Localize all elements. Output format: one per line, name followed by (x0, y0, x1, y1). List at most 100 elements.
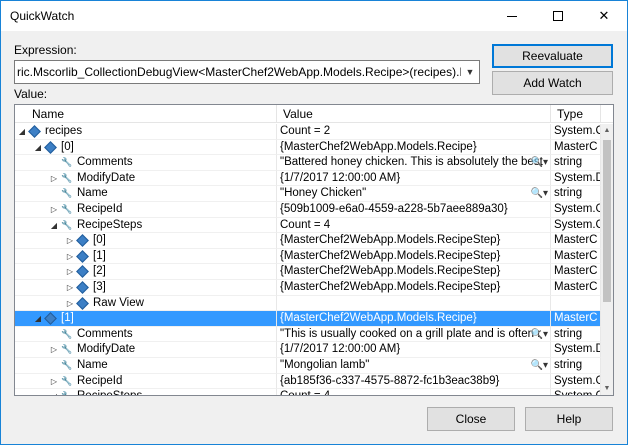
table-row[interactable]: ▷ [0] {MasterChef2WebApp.Models.RecipeStep… (15, 233, 601, 249)
row-name: Name (77, 359, 108, 371)
value-cell[interactable]: {MasterChef2WebApp.Models.RecipeStep} (277, 248, 551, 265)
vertical-scrollbar[interactable]: ▲ ▼ (601, 124, 613, 395)
text-visualizer-icon[interactable]: 🔍▾ (531, 327, 548, 342)
table-row[interactable]: ◢ [0] {MasterChef2WebApp.Models.Recipe} Mas… (15, 139, 601, 156)
close-window-button[interactable]: ✕ (581, 1, 627, 31)
table-row[interactable]: ◢🔧 RecipeSteps Count = 4 System.C (15, 389, 601, 395)
expand-arrow-icon[interactable]: ▷ (65, 264, 75, 279)
text-visualizer-icon[interactable]: 🔍▾ (531, 358, 548, 373)
row-name: [1] (93, 249, 106, 262)
expand-arrow-icon[interactable]: ▷ (49, 374, 59, 389)
title-bar[interactable]: QuickWatch ✕ (1, 1, 627, 31)
table-row[interactable]: ▷ 🔧 RecipeId {509b1009-e6a0-4559-a228-5b7ae… (15, 202, 601, 218)
value-cell[interactable]: Count = 4 (277, 217, 551, 234)
maximize-button[interactable] (535, 1, 581, 31)
property-wrench-icon: 🔧 (61, 219, 73, 230)
row-type: System.C (554, 218, 601, 231)
type-cell: MasterC (551, 311, 601, 327)
expand-arrow-icon[interactable]: ▷ (65, 296, 75, 311)
property-wrench-icon: 🔧 (61, 328, 73, 339)
table-row[interactable]: ▷ [3] {MasterChef2WebApp.Models.RecipeStep… (15, 280, 601, 296)
row-name: RecipeId (77, 374, 123, 387)
grid-rows: ◢ recipes Count = 2 System.C ◢ [0] {MasterChef… (15, 124, 601, 395)
name-cell: 🔧 Name (15, 358, 277, 374)
expand-arrow-icon[interactable]: ▷ (65, 280, 75, 295)
collapse-arrow-icon[interactable]: ◢ (49, 218, 59, 233)
value-cell[interactable]: Count = 2 (277, 124, 551, 140)
row-name: Comments (77, 156, 133, 169)
column-header-value[interactable]: Value (277, 105, 551, 123)
table-row[interactable]: ▷ Raw View (15, 295, 601, 312)
table-row[interactable]: ▷ 🔧 ModifyDate {1/7/2017 12:00:00 AM} System… (15, 170, 601, 187)
row-type: string (554, 187, 583, 200)
column-header-name[interactable]: Name (15, 105, 277, 123)
property-wrench-icon: 🔧 (61, 360, 73, 370)
table-row[interactable]: 🔧 Name "Honey Chicken" 🔍▾ string (15, 186, 601, 202)
reevaluate-button[interactable]: Reevaluate (492, 44, 613, 68)
expand-arrow-icon[interactable]: ▷ (65, 233, 75, 248)
help-button[interactable]: Help (525, 407, 613, 431)
table-row[interactable]: 🔧 Comments "Battered honey chicken. This i… (15, 155, 601, 171)
expand-arrow-icon[interactable]: ▷ (65, 249, 75, 264)
value-cell[interactable]: {MasterChef2WebApp.Models.Recipe} (277, 139, 551, 156)
collapse-arrow-icon[interactable]: ◢ (17, 124, 27, 139)
table-row[interactable]: ◢ [1] {MasterChef2WebApp.Models.Recipe} Mas… (15, 311, 601, 327)
table-row[interactable]: ◢🔧 RecipeSteps Count = 4 System.C (15, 217, 601, 234)
expression-combobox[interactable]: ric.Mscorlib_CollectionDebugView<MasterC… (14, 60, 480, 84)
expand-arrow-icon[interactable]: ▷ (49, 342, 59, 357)
grid-header: Name Value Type (15, 105, 613, 123)
text-visualizer-icon[interactable]: 🔍▾ (531, 186, 548, 201)
value-cell[interactable]: {1/7/2017 12:00:00 AM} (277, 342, 551, 358)
table-row[interactable]: 🔧 Name "Mongolian lamb" 🔍▾ string (15, 358, 601, 374)
text-visualizer-icon[interactable]: 🔍▾ (531, 155, 548, 170)
scroll-up-icon[interactable]: ▲ (601, 124, 613, 138)
value-cell[interactable]: {509b1009-e6a0-4559-a228-5b7aee889a30} (277, 202, 551, 218)
scroll-down-icon[interactable]: ▼ (601, 382, 613, 395)
value-cell[interactable]: Count = 4 (277, 389, 551, 395)
row-type: string (554, 156, 583, 169)
table-row[interactable]: ▷ 🔧 RecipeId {ab185f36-c337-4575-8872-fc1b3… (15, 373, 601, 390)
row-name: recipes (45, 125, 83, 137)
column-header-type[interactable]: Type (551, 105, 601, 123)
value-cell[interactable]: {MasterChef2WebApp.Models.RecipeStep} (277, 233, 551, 249)
value-cell[interactable]: "Mongolian lamb" 🔍▾ (277, 358, 551, 374)
value-cell[interactable]: "Honey Chicken" 🔍▾ (277, 186, 551, 202)
expand-arrow-icon[interactable]: ▷ (49, 202, 59, 217)
type-cell: MasterC (551, 280, 601, 296)
value-cell[interactable]: {MasterChef2WebApp.Models.Recipe} (277, 311, 551, 327)
scrollbar-thumb[interactable] (603, 140, 611, 302)
row-name: RecipeSteps (77, 389, 142, 395)
row-value: {MasterChef2WebApp.Models.RecipeStep} (280, 249, 501, 262)
value-cell[interactable]: "This is usually cooked on a grill plate… (277, 326, 551, 343)
name-cell: ▷ Raw View (15, 295, 277, 312)
collapse-arrow-icon[interactable]: ◢ (49, 389, 59, 395)
row-type: System.C (554, 390, 600, 395)
row-name: [0] (61, 140, 74, 153)
value-cell[interactable]: {1/7/2017 12:00:00 AM} (277, 170, 551, 187)
object-icon (76, 234, 89, 248)
name-cell: ▷ 🔧 ModifyDate (15, 170, 277, 187)
table-row[interactable]: ▷ [1] {MasterChef2WebApp.Models.RecipeStep… (15, 248, 601, 265)
table-row[interactable]: 🔧 Comments "This is usually cooked on a gr… (15, 326, 601, 343)
table-row[interactable]: ▷ 🔧 ModifyDate {1/7/2017 12:00:00 AM} System… (15, 342, 601, 358)
value-cell[interactable]: {MasterChef2WebApp.Models.RecipeStep} (277, 280, 551, 296)
row-type: string (554, 327, 583, 340)
expand-arrow-icon[interactable]: ▷ (49, 171, 59, 186)
close-button[interactable]: Close (427, 407, 515, 431)
name-cell: 🔧 Comments (15, 326, 277, 343)
value-cell[interactable]: "Battered honey chicken. This is absolut… (277, 155, 551, 171)
add-watch-button[interactable]: Add Watch (492, 71, 613, 95)
collapse-arrow-icon[interactable]: ◢ (33, 140, 43, 155)
collapse-arrow-icon[interactable]: ◢ (33, 311, 43, 326)
value-cell[interactable] (277, 295, 551, 312)
row-name: Name (77, 187, 108, 200)
name-cell: ▷ [1] (15, 248, 277, 265)
minimize-button[interactable] (489, 1, 535, 31)
type-cell: string (551, 358, 601, 374)
value-cell[interactable]: {ab185f36-c337-4575-8872-fc1b3eac38b9} (277, 373, 551, 390)
expression-input[interactable]: ric.Mscorlib_CollectionDebugView<MasterC… (17, 65, 479, 79)
table-row[interactable]: ▷ [2] {MasterChef2WebApp.Models.RecipeStep… (15, 264, 601, 280)
table-row[interactable]: ◢ recipes Count = 2 System.C (15, 124, 601, 140)
chevron-down-icon[interactable]: ▼ (461, 61, 479, 83)
value-cell[interactable]: {MasterChef2WebApp.Models.RecipeStep} (277, 264, 551, 280)
